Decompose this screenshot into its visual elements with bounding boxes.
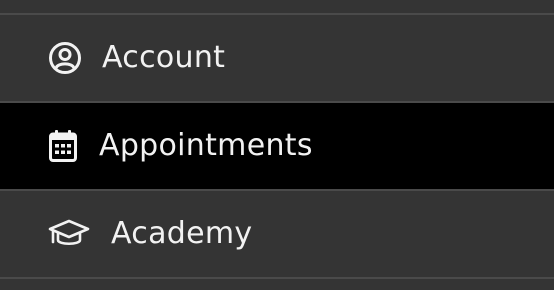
graduation-cap-icon bbox=[48, 219, 90, 249]
menu-item-account[interactable]: Account bbox=[0, 15, 554, 101]
calendar-icon bbox=[49, 130, 77, 162]
menu-item-label: Account bbox=[102, 39, 226, 75]
side-menu: Account Appointments Academy bbox=[0, 0, 554, 290]
menu-item-label: Appointments bbox=[99, 127, 313, 163]
divider bbox=[0, 277, 554, 279]
menu-item-appointments[interactable]: Appointments bbox=[0, 103, 554, 189]
menu-item-label: Academy bbox=[111, 215, 253, 251]
menu-item-academy[interactable]: Academy bbox=[0, 191, 554, 277]
user-circle-icon bbox=[48, 41, 82, 75]
